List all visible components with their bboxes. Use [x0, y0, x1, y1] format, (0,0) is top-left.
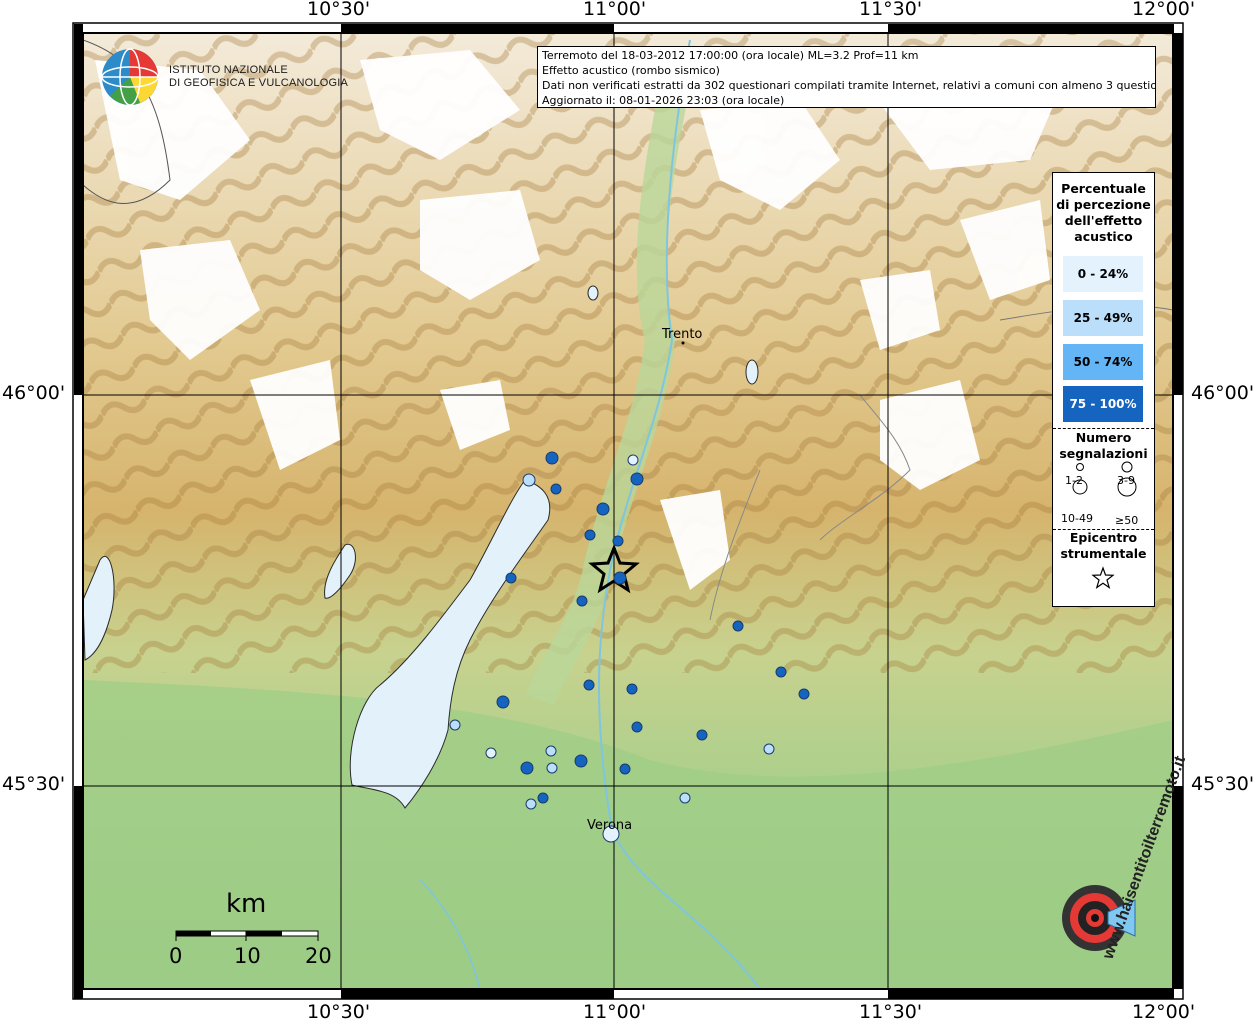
lat-right-1: 46°00': [1191, 382, 1255, 404]
observation-point: [627, 454, 639, 466]
legend-count-1: 1-2: [1065, 474, 1083, 487]
terrain-layer: [83, 33, 1173, 989]
lon-bottom-2: 11°00': [583, 1001, 647, 1023]
observation-point: [613, 571, 627, 585]
observation-point: [631, 721, 643, 733]
event-title: Terremoto del 18-03-2012 17:00:00 (ora l…: [542, 49, 919, 62]
lat-left-1: 46°00': [2, 382, 66, 404]
observation-point: [596, 502, 610, 516]
observation-point: [763, 743, 775, 755]
legend-divider-1: [1053, 428, 1154, 429]
lon-top-4: 12°00': [1132, 0, 1196, 20]
city-label-trento: Trento: [662, 327, 703, 342]
observation-point: [696, 729, 708, 741]
observation-point: [619, 763, 631, 775]
ingv-logo-text: ISTITUTO NAZIONALE DI GEOFISICA E VULCAN…: [169, 64, 348, 90]
observation-point: [525, 798, 537, 810]
event-data-note: Dati non verificati estratti da 302 ques…: [542, 79, 1156, 92]
observation-point: [574, 754, 588, 768]
ingv-logo-line2: DI GEOFISICA E VULCANOLOGIA: [169, 77, 348, 89]
ingv-logo-icon: [101, 48, 159, 106]
observation-point: [545, 745, 557, 757]
legend-class-1: 25 - 49%: [1063, 300, 1143, 336]
observation-point: [505, 572, 517, 584]
legend-class-2: 50 - 74%: [1063, 344, 1143, 380]
lon-top-2: 11°00': [583, 0, 647, 20]
legend-class-3-label: 75 - 100%: [1069, 397, 1137, 411]
legend-count-3: 10-49: [1061, 512, 1093, 525]
event-effect: Effetto acustico (rombo sismico): [542, 64, 720, 77]
observation-point: [496, 695, 510, 709]
legend-class-1-label: 25 - 49%: [1073, 311, 1133, 325]
observation-point: [626, 683, 638, 695]
observation-point: [520, 761, 534, 775]
observation-point: [798, 688, 810, 700]
scale-tick-0: 0: [169, 944, 183, 968]
observation-point: [545, 451, 559, 465]
event-info-box: Terremoto del 18-03-2012 17:00:00 (ora l…: [537, 46, 1156, 108]
city-label-verona: Verona: [587, 818, 633, 833]
observation-point: [546, 762, 558, 774]
observation-point: [576, 595, 588, 607]
legend-class-0: 0 - 24%: [1063, 256, 1143, 292]
observation-point: [679, 792, 691, 804]
observation-point: [775, 666, 787, 678]
lat-right-2: 45°30': [1191, 773, 1255, 795]
event-updated: Aggiornato il: 08-01-2026 23:03 (ora loc…: [542, 94, 785, 107]
legend-class-0-label: 0 - 24%: [1077, 267, 1129, 281]
legend-class-2-label: 50 - 74%: [1073, 355, 1133, 369]
observation-point: [612, 535, 624, 547]
observation-point: [583, 679, 595, 691]
lon-top-1: 10°30': [307, 0, 371, 20]
lon-top-3: 11°30': [859, 0, 923, 20]
legend-star-icon: [1091, 566, 1115, 589]
observation-point: [732, 620, 744, 632]
legend: Percentuale di percezione dell'effetto a…: [1052, 172, 1155, 607]
lat-left-2: 45°30': [2, 773, 66, 795]
observation-point: [584, 529, 596, 541]
legend-count-4: ≥50: [1115, 514, 1139, 527]
legend-title: Percentuale di percezione dell'effetto a…: [1056, 181, 1151, 244]
scale-unit: km: [226, 889, 267, 919]
scale-tick-20: 20: [305, 944, 332, 968]
observation-point: [550, 483, 562, 495]
observation-point: [449, 719, 461, 731]
lon-bottom-3: 11°30': [859, 1001, 923, 1023]
legend-count-2: 3-9: [1117, 474, 1135, 487]
lon-bottom-1: 10°30': [307, 1001, 371, 1023]
ingv-logo-line1: ISTITUTO NAZIONALE: [169, 64, 288, 76]
legend-epicenter-title: Epicentro strumentale: [1060, 530, 1147, 561]
observation-point: [485, 747, 497, 759]
observation-point: [630, 472, 644, 486]
observation-point: [522, 473, 536, 487]
intensity-map: www.haisentitoilterremoto.it 10°30' 11°0…: [0, 0, 1256, 1024]
legend-count-title: Numero segnalazioni: [1059, 430, 1148, 461]
legend-class-3: 75 - 100%: [1063, 386, 1143, 422]
lon-bottom-4: 12°00': [1132, 1001, 1196, 1023]
scale-tick-10: 10: [234, 944, 261, 968]
observation-point: [537, 792, 549, 804]
